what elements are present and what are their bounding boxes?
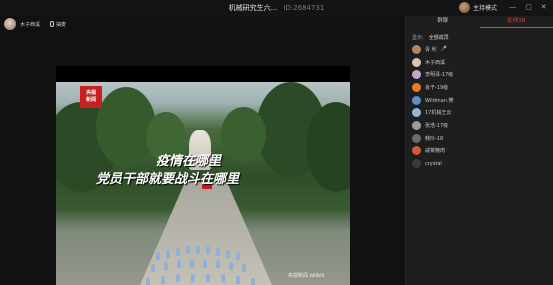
- person: [151, 264, 155, 272]
- member-name: 肖干-19级: [425, 84, 449, 91]
- member-name: 木子西溪: [425, 59, 446, 66]
- host-avatar: [458, 2, 470, 13]
- panel-tabs: 群聊 在线18: [406, 16, 553, 28]
- member-name: 李明泽-17级: [425, 72, 454, 79]
- mic-icon: [50, 21, 55, 27]
- member-name: 韩玲-18: [425, 135, 444, 142]
- member-item[interactable]: 木子西溪: [412, 56, 547, 69]
- cctv-news-logo: 央视 新闻: [80, 86, 102, 108]
- member-avatar: [412, 57, 421, 67]
- person: [176, 274, 180, 282]
- meeting-window: 机械研究生六... ID:2684731 主持模式 — ▢ ✕ 木子西溪 抽麦: [0, 0, 553, 285]
- tab-group-chat[interactable]: 群聊: [406, 16, 480, 28]
- person: [191, 274, 195, 282]
- member-avatar: [412, 82, 421, 92]
- person: [216, 260, 220, 268]
- video-caption-1: 疫情在哪里: [156, 154, 222, 169]
- tab-online[interactable]: 在线18: [479, 16, 553, 28]
- member-name: crystal: [425, 160, 442, 167]
- person: [206, 274, 210, 282]
- member-avatar: [412, 70, 421, 80]
- person: [236, 276, 240, 284]
- person: [176, 248, 180, 256]
- presenter-name: 木子西溪: [20, 21, 41, 28]
- member-item[interactable]: 咸菜腌肉: [412, 145, 547, 158]
- member-list: 胥 利 🎤 木子西溪 李明泽-17级 肖干-19级 Wildman.樊 17机械…: [406, 43, 553, 170]
- member-name: 胥 利: [425, 46, 437, 53]
- video-source: 央视新闻 bilibili: [288, 273, 325, 279]
- member-avatar: [412, 133, 421, 143]
- person: [146, 278, 150, 285]
- person: [190, 260, 194, 268]
- person: [242, 264, 246, 272]
- member-item[interactable]: 17机械王云: [412, 106, 547, 119]
- presenter-bar: 木子西溪 抽麦: [4, 18, 66, 30]
- host-mode-label: 主持模式: [472, 5, 497, 12]
- member-item[interactable]: 肖干-19级: [412, 81, 547, 94]
- member-avatar: [412, 44, 421, 54]
- presenter-avatar: [4, 18, 16, 30]
- room-id: ID:2684731: [283, 4, 325, 12]
- member-name: 17机械王云: [425, 110, 452, 117]
- tree: [221, 107, 266, 162]
- person: [251, 278, 255, 285]
- member-item[interactable]: Wildman.樊: [412, 94, 547, 107]
- member-item[interactable]: 韩玲-18: [412, 132, 547, 145]
- member-name: 咸菜腌肉: [425, 148, 446, 155]
- member-item[interactable]: 李明泽-17级: [412, 68, 547, 81]
- filter-value[interactable]: 全部成员: [429, 34, 449, 41]
- person: [166, 250, 170, 258]
- logo-line1: 央视: [85, 90, 96, 96]
- member-item[interactable]: 张浩-17级: [412, 119, 547, 132]
- title-bar: 机械研究生六... ID:2684731 主持模式 — ▢ ✕: [0, 0, 553, 16]
- mic-button[interactable]: 抽麦: [50, 21, 66, 28]
- member-avatar: [412, 95, 421, 105]
- member-filter: 显示: 全部成员: [406, 28, 553, 43]
- member-avatar: [412, 159, 421, 169]
- person: [186, 246, 190, 254]
- video-frame: 央视 新闻 疫情在哪里 党员干部就要战斗在哪里 央视新闻 bilibili: [56, 82, 350, 285]
- person: [226, 250, 230, 258]
- member-name: 张浩-17级: [425, 122, 449, 129]
- room-title: 机械研究生六...: [228, 4, 278, 12]
- person: [203, 260, 207, 268]
- person: [161, 276, 165, 284]
- person: [221, 274, 225, 282]
- host-mode-toggle[interactable]: 主持模式: [458, 2, 497, 13]
- person: [216, 248, 220, 256]
- member-avatar: [412, 108, 421, 118]
- member-item[interactable]: 胥 利 🎤: [412, 43, 547, 56]
- person: [196, 246, 200, 254]
- close-icon[interactable]: ✕: [539, 3, 548, 12]
- video-caption-2: 党员干部就要战斗在哪里: [96, 172, 240, 187]
- member-avatar: [412, 146, 421, 156]
- member-item[interactable]: crystal: [412, 157, 547, 170]
- plaza: [136, 182, 276, 285]
- maximize-icon[interactable]: ▢: [524, 3, 533, 12]
- logo-line2: 新闻: [85, 97, 96, 103]
- person: [236, 252, 240, 260]
- video-player[interactable]: 央视 新闻 疫情在哪里 党员干部就要战斗在哪里 央视新闻 bilibili: [56, 66, 350, 285]
- person: [177, 260, 181, 268]
- host-badge-icon: 🎤: [440, 46, 447, 53]
- person: [164, 262, 168, 270]
- stage-area: 木子西溪 抽麦 央视 新闻 疫情在哪里 党员干部就要战斗在哪里 央视新闻 bil…: [0, 16, 405, 285]
- filter-label: 显示:: [412, 35, 424, 41]
- person: [156, 252, 160, 260]
- side-panel: 群聊 在线18 显示: 全部成员 胥 利 🎤 木子西溪 李明泽-17级 肖干-1…: [405, 16, 553, 285]
- person: [206, 246, 210, 254]
- minimize-icon[interactable]: —: [508, 3, 517, 12]
- member-name: Wildman.樊: [425, 97, 454, 104]
- member-avatar: [412, 120, 421, 130]
- person: [229, 262, 233, 270]
- mic-label: 抽麦: [56, 21, 67, 28]
